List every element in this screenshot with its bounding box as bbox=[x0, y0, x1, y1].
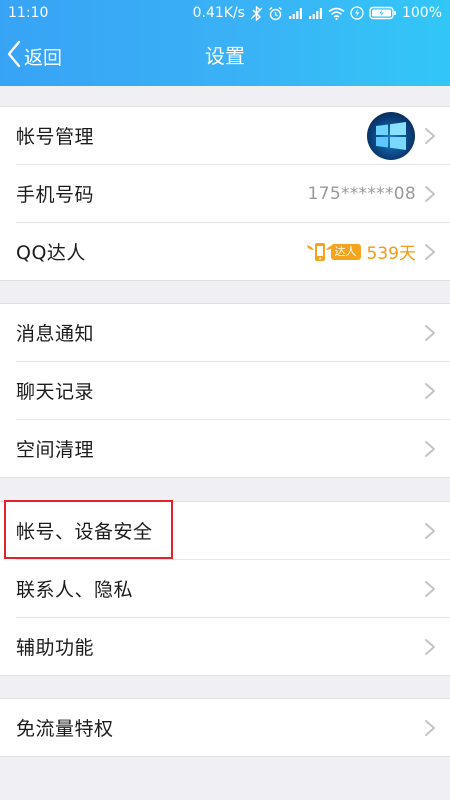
chevron-right-icon bbox=[425, 440, 435, 457]
settings-item-accessibility[interactable]: 辅助功能 bbox=[16, 618, 450, 675]
settings-item-free-data-privilege[interactable]: 免流量特权 bbox=[16, 699, 450, 756]
settings-item-label: 免流量特权 bbox=[16, 718, 114, 740]
chevron-right-icon bbox=[425, 638, 435, 655]
chevron-right-icon bbox=[425, 382, 435, 399]
settings-group-messages: 消息通知 聊天记录 空间清理 bbox=[0, 303, 450, 478]
status-icons: 0.41K/s 100% bbox=[193, 0, 442, 26]
chevron-right-icon bbox=[425, 127, 435, 144]
settings-item-account-device-security[interactable]: 帐号、设备安全 bbox=[16, 502, 450, 560]
status-time: 11:10 bbox=[8, 5, 49, 21]
settings-item-label: 帐号管理 bbox=[16, 126, 95, 148]
settings-group-security: 帐号、设备安全 联系人、隐私 辅助功能 bbox=[0, 501, 450, 676]
page-title: 设置 bbox=[205, 44, 245, 68]
chevron-right-icon bbox=[425, 719, 435, 736]
settings-group-account: 帐号管理 手机号码 175******08 QQ达人 达人 539天 bbox=[0, 106, 450, 281]
status-bar: 11:10 0.41K/s 100% bbox=[0, 0, 450, 26]
settings-item-phone-number[interactable]: 手机号码 175******08 bbox=[16, 165, 450, 223]
signal-icon bbox=[288, 7, 303, 20]
chevron-right-icon bbox=[425, 522, 435, 539]
settings-item-label: 联系人、隐私 bbox=[16, 579, 134, 601]
chevron-right-icon bbox=[425, 580, 435, 597]
battery-percent: 100% bbox=[401, 5, 442, 21]
settings-item-storage-cleanup[interactable]: 空间清理 bbox=[16, 420, 450, 477]
settings-item-chat-history[interactable]: 聊天记录 bbox=[16, 362, 450, 420]
signal-icon-2 bbox=[308, 7, 323, 20]
header-bar: 11:10 0.41K/s 100% 返回 设置 bbox=[0, 0, 450, 86]
qq-expert-badge: 达人 539天 bbox=[305, 239, 416, 264]
settings-item-account-management[interactable]: 帐号管理 bbox=[16, 107, 450, 165]
bluetooth-off-icon bbox=[250, 5, 263, 21]
battery-icon bbox=[369, 6, 397, 20]
settings-item-label: 空间清理 bbox=[16, 439, 95, 461]
expert-days: 539天 bbox=[366, 244, 416, 264]
expert-tag: 达人 bbox=[330, 243, 361, 260]
settings-item-contacts-privacy[interactable]: 联系人、隐私 bbox=[16, 560, 450, 618]
chevron-right-icon bbox=[425, 243, 435, 260]
settings-item-notifications[interactable]: 消息通知 bbox=[16, 304, 450, 362]
phone-number-value: 175******08 bbox=[307, 183, 416, 204]
wifi-icon bbox=[328, 7, 345, 20]
avatar[interactable] bbox=[367, 111, 415, 160]
settings-group-data-plan: 免流量特权 bbox=[0, 698, 450, 757]
settings-item-label: 辅助功能 bbox=[16, 637, 95, 659]
charging-icon bbox=[350, 6, 364, 20]
nav-bar: 返回 设置 bbox=[0, 30, 450, 82]
windows-logo-icon bbox=[376, 121, 406, 150]
settings-item-label: 消息通知 bbox=[16, 323, 95, 345]
settings-item-label: 聊天记录 bbox=[16, 381, 95, 403]
chevron-right-icon bbox=[425, 185, 435, 202]
network-speed: 0.41K/s bbox=[192, 5, 245, 21]
chevron-right-icon bbox=[425, 324, 435, 341]
settings-item-qq-expert[interactable]: QQ达人 达人 539天 bbox=[16, 223, 450, 280]
settings-item-label: QQ达人 bbox=[16, 242, 86, 264]
settings-item-label: 帐号、设备安全 bbox=[16, 521, 153, 543]
alarm-icon bbox=[268, 6, 283, 21]
settings-item-label: 手机号码 bbox=[16, 184, 95, 206]
